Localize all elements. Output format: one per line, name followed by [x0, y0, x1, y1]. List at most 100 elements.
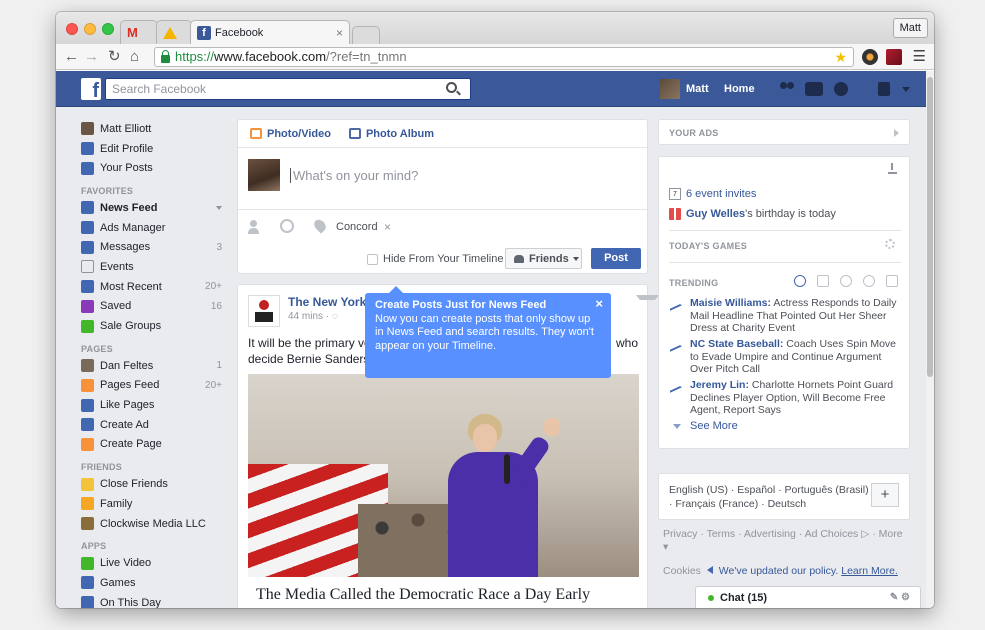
cookies-label[interactable]: Cookies [663, 565, 701, 577]
event-invites-row[interactable]: 7 6 event invites [669, 188, 756, 200]
trending-sports-icon[interactable] [863, 275, 875, 287]
location-pin-icon[interactable] [311, 217, 329, 234]
sidebar-item-live-video[interactable]: Live Video [81, 553, 231, 573]
scrollbar-thumb[interactable] [927, 77, 933, 377]
see-more-link[interactable]: See More [669, 420, 738, 432]
trending-item[interactable]: Maisie Williams: Actress Responds to Dai… [669, 297, 904, 335]
article-headline[interactable]: The Media Called the Democratic Race a D… [256, 586, 590, 604]
profile-link[interactable]: Matt [660, 79, 709, 99]
reload-icon[interactable]: ↻ [108, 48, 121, 66]
forward-icon[interactable]: → [84, 48, 99, 66]
sidebar-item-games[interactable]: Games [81, 573, 231, 593]
birthday-name[interactable]: Guy Welles [686, 208, 745, 220]
gmail-icon: M [127, 25, 138, 40]
your-ads-box[interactable]: YOUR ADS [658, 119, 910, 145]
tooltip-close-icon[interactable]: × [595, 297, 603, 311]
tab-photo-album[interactable]: Photo Album [348, 128, 434, 140]
sidebar-item-pages-feed[interactable]: Pages Feed 20+ [81, 376, 231, 396]
hide-from-timeline-checkbox[interactable] [367, 254, 378, 265]
album-icon [348, 128, 361, 139]
zoom-window-button[interactable] [102, 23, 114, 35]
trending-politics-icon[interactable] [817, 275, 829, 287]
sidebar-item-your-posts[interactable]: Your Posts [81, 158, 231, 178]
notifications-globe-icon[interactable] [834, 82, 848, 96]
sidebar-item-create-page[interactable]: Create Page [81, 435, 231, 455]
browser-menu-icon[interactable]: ☰ [913, 47, 926, 65]
sidebar-item-saved[interactable]: Saved 16 [81, 297, 231, 317]
trending-entertainment-icon[interactable] [886, 275, 898, 287]
trending-item[interactable]: NC State Baseball: Coach Uses Spin Move … [669, 338, 904, 376]
avatar [248, 159, 280, 191]
browser-profile-button[interactable]: Matt [892, 18, 928, 38]
friends-heading: FRIENDS [81, 462, 122, 473]
trending-top-icon[interactable] [794, 275, 806, 287]
add-language-button[interactable]: + [871, 483, 899, 507]
tab-photo-video-label: Photo/Video [267, 127, 331, 140]
scrollbar[interactable] [926, 71, 934, 608]
account-menu-chevron-down-icon[interactable] [902, 87, 910, 92]
event-invites-link[interactable]: 6 event invites [686, 188, 756, 200]
story-options-chevron-down-icon[interactable] [636, 295, 659, 300]
search-icon[interactable] [446, 82, 457, 93]
sidebar-item-sale-groups[interactable]: Sale Groups [81, 316, 231, 336]
sidebar-item-ads-manager[interactable]: Ads Manager [81, 218, 231, 238]
sidebar-item-edit-profile[interactable]: Edit Profile [81, 139, 231, 159]
sidebar-item-events[interactable]: Events [81, 257, 231, 277]
sidebar-item-dan-feltes[interactable]: Dan Feltes 1 [81, 356, 231, 376]
chat-bar[interactable]: Chat (15) ✎ ⚙ [695, 586, 921, 608]
sidebar-item-matt-elliott[interactable]: Matt Elliott [81, 119, 231, 139]
story-photo[interactable] [248, 374, 639, 577]
feeling-icon[interactable] [280, 219, 294, 233]
learn-more-link[interactable]: Learn More. [841, 565, 898, 577]
sidebar-item-clockwise-media-llc[interactable]: Clockwise Media LLC [81, 514, 231, 534]
tab-photo-video[interactable]: Photo/Video [250, 128, 331, 140]
bookmark-star-icon[interactable]: ★ [834, 48, 847, 66]
pages-heading: PAGES [81, 343, 113, 354]
sidebar-item-create-ad[interactable]: Create Ad [81, 415, 231, 435]
tab-drive[interactable] [156, 20, 192, 44]
sidebar-item-like-pages[interactable]: Like Pages [81, 395, 231, 415]
sidebar-item-close-friends[interactable]: Close Friends [81, 474, 231, 494]
publisher-name[interactable]: The New York [288, 295, 366, 309]
sidebar-item-most-recent[interactable]: Most Recent 20+ [81, 277, 231, 297]
download-icon[interactable] [888, 163, 897, 174]
home-link[interactable]: Home [724, 83, 755, 95]
search-input[interactable]: Search Facebook [105, 78, 471, 100]
post-button[interactable]: Post [591, 248, 641, 269]
audience-selector-button[interactable]: Friends [505, 248, 582, 269]
chat-options-gear-icon[interactable]: ✎ ⚙ [890, 592, 910, 603]
footer-links[interactable]: Privacy · Terms · Advertising · Ad Choic… [663, 528, 903, 554]
close-window-button[interactable] [66, 23, 78, 35]
tag-friends-icon[interactable] [248, 220, 262, 234]
minimize-window-button[interactable] [84, 23, 96, 35]
policy-update-link[interactable]: We've updated our policy. [719, 565, 839, 577]
address-bar[interactable]: https:// www.facebook.com /?ref=tn_tnmn … [154, 47, 854, 67]
status-input[interactable]: What's on your mind? [290, 168, 418, 183]
back-icon[interactable]: ← [64, 48, 79, 66]
sidebar-item-on-this-day[interactable]: On This Day [81, 593, 231, 608]
home-icon[interactable]: ⌂ [130, 48, 139, 66]
friend-requests-icon[interactable] [778, 82, 796, 96]
trending-item[interactable]: Jeremy Lin: Charlotte Hornets Point Guar… [669, 379, 904, 417]
facebook-favicon-icon: f [197, 25, 211, 40]
sidebar-item-family[interactable]: Family [81, 494, 231, 514]
messages-icon[interactable] [805, 82, 823, 96]
trending-science-icon[interactable] [840, 275, 852, 287]
gear-icon[interactable] [885, 239, 895, 249]
privacy-shortcuts-icon[interactable] [878, 82, 890, 96]
tab-close-icon[interactable]: × [336, 26, 343, 40]
hide-from-timeline-label: Hide From Your Timeline [383, 253, 504, 265]
chevron-down-icon[interactable] [216, 206, 222, 211]
publisher-logo[interactable] [248, 295, 280, 327]
language-links[interactable]: English (US) · Español · Português (Bras… [669, 484, 869, 511]
sidebar-item-messages[interactable]: Messages 3 [81, 237, 231, 257]
new-tab-button[interactable] [352, 26, 380, 44]
facebook-logo-icon[interactable]: f [81, 78, 101, 100]
tab-facebook[interactable]: f Facebook × [190, 20, 350, 44]
tab-gmail[interactable]: M [120, 20, 158, 44]
tag-icon [81, 319, 94, 333]
sidebar-item-news-feed[interactable]: News Feed [81, 198, 231, 218]
remove-location-close-icon[interactable]: × [384, 220, 391, 234]
extension-icon[interactable] [862, 49, 878, 65]
extension-icon[interactable] [886, 49, 902, 65]
